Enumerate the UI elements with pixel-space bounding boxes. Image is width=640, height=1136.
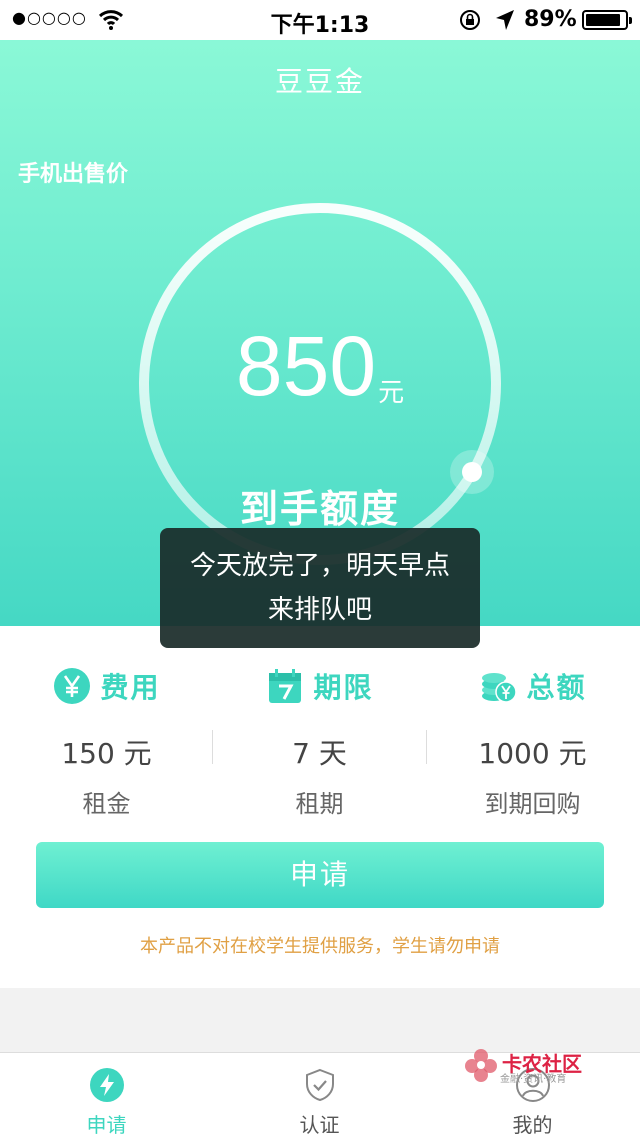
page-title: 豆豆金 [274,65,365,98]
info-card: 费用 150 元 租金 期限 7 天 租期 总额 1000 元 到期回购 申请 … [0,626,640,988]
sale-price-label: 手机出售价 [18,162,129,187]
toast-line-1: 今天放完了，明天早点 [189,551,450,581]
toast-message: 今天放完了，明天早点 来排队吧 [160,528,480,648]
stat-total: 总额 1000 元 到期回购 [426,664,639,819]
stat-term-value: 7 天 [292,737,347,770]
rotation-lock-icon [460,10,480,30]
battery-icon [582,10,632,30]
tab-mine-label: 我的 [512,1113,553,1136]
calendar-icon [269,669,302,703]
tab-apply-label: 申请 [86,1113,127,1136]
tab-verify[interactable]: 认证 [213,1067,426,1136]
amount-label: 到手额度 [239,487,400,531]
amount-value: 850 [235,319,377,413]
tab-apply[interactable]: 申请 [0,1067,213,1136]
amount-display: 850元 [0,318,640,415]
lightning-icon [89,1068,124,1102]
stat-total-value: 1000 元 [478,737,587,770]
stat-term-title: 期限 [313,671,374,704]
yen-icon [54,668,91,704]
stat-fee-value: 150 元 [61,737,152,770]
battery-percent: 89% [524,7,577,32]
stat-total-sub: 到期回购 [484,790,581,818]
stat-term-sub: 租期 [295,790,344,818]
stat-fee: 费用 150 元 租金 [0,664,213,819]
student-notice: 本产品不对在校学生提供服务，学生请勿申请 [140,936,500,957]
apply-button[interactable]: 申请 [36,842,604,908]
shield-check-icon [305,1068,334,1102]
toast-line-2: 来排队吧 [267,595,372,625]
watermark-sub: 金融·资讯·教育 [500,1074,567,1085]
coins-icon [482,673,518,703]
stat-fee-title: 费用 [100,671,161,704]
tab-verify-label: 认证 [299,1113,340,1136]
flower-logo-icon [465,1049,497,1082]
status-bar: ●○○○○ 下午1:13 89% [0,0,640,40]
stat-term: 期限 7 天 租期 [213,664,426,819]
stat-total-title: 总额 [526,671,587,704]
stat-fee-sub: 租金 [82,790,131,818]
watermark-logo: 卡农社区 金融·资讯·教育 [462,1046,582,1086]
location-icon [496,10,514,30]
amount-unit: 元 [378,378,405,408]
